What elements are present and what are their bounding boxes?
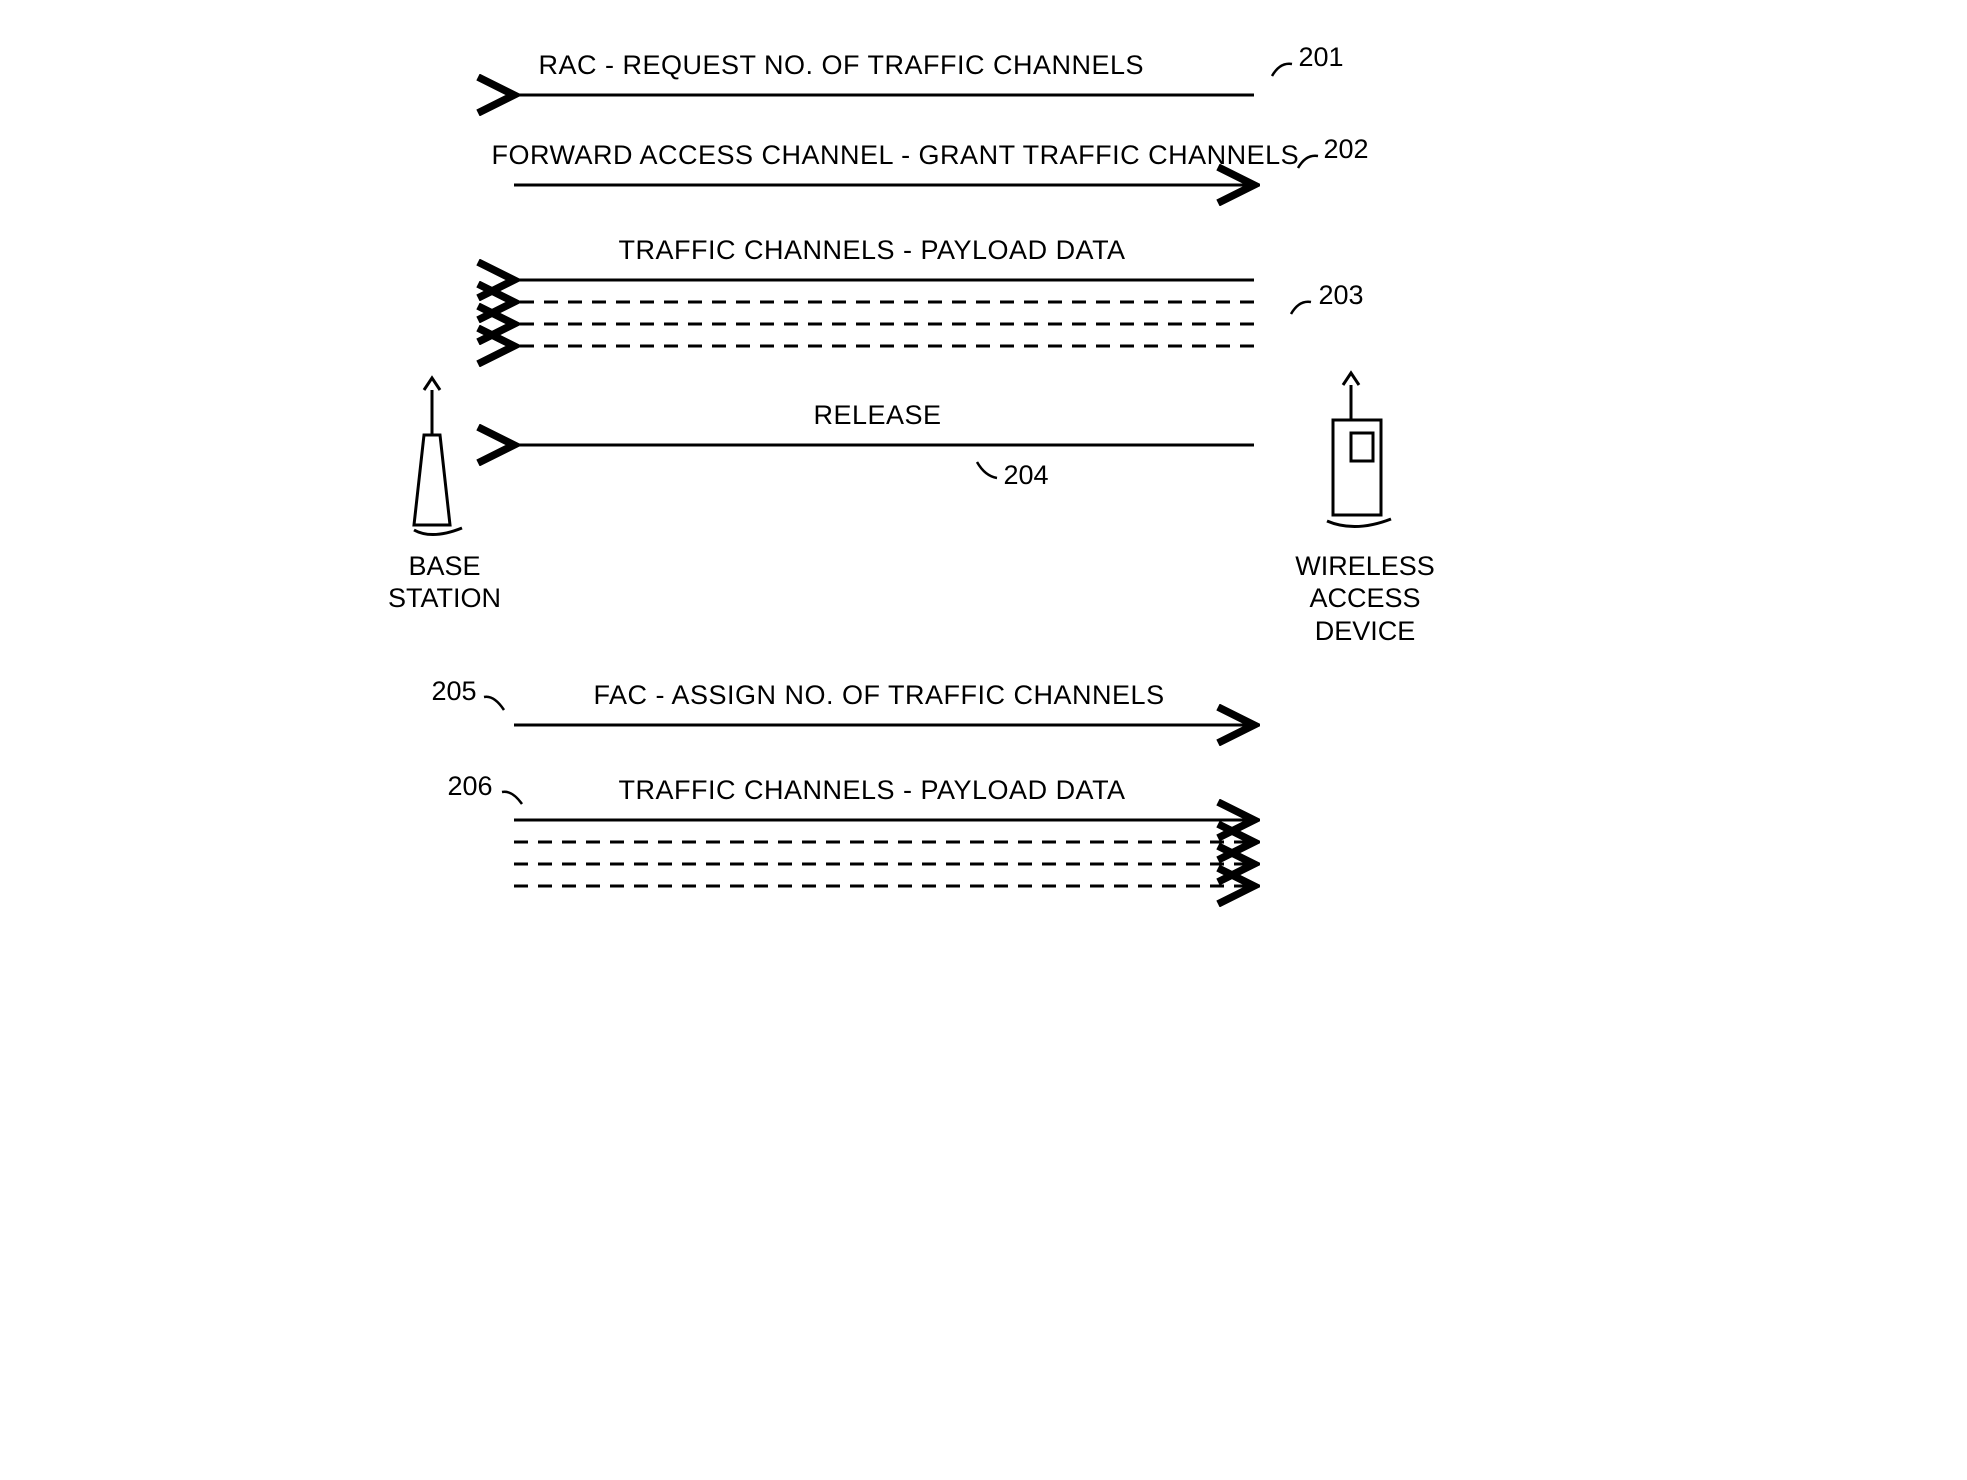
- wireless-device-label: WIRELESS ACCESS DEVICE: [1283, 550, 1448, 647]
- msg-5-label: FAC - ASSIGN NO. OF TRAFFIC CHANNELS: [594, 680, 1165, 711]
- msg-4-label: RELEASE: [814, 400, 942, 431]
- ref-203: 203: [1319, 280, 1364, 311]
- ref-206: 206: [448, 771, 493, 802]
- msg-2-label: FORWARD ACCESS CHANNEL - GRANT TRAFFIC C…: [492, 140, 1300, 171]
- msg-3-label: TRAFFIC CHANNELS - PAYLOAD DATA: [619, 235, 1126, 266]
- wireless-device-icon: [1327, 373, 1391, 527]
- base-station-label: BASE STATION: [380, 550, 510, 615]
- ref-204: 204: [1004, 460, 1049, 491]
- ref-205: 205: [432, 676, 477, 707]
- ref-201: 201: [1299, 42, 1344, 73]
- base-station-icon: [414, 378, 462, 535]
- ref-202: 202: [1324, 134, 1369, 165]
- sequence-diagram: RAC - REQUEST NO. OF TRAFFIC CHANNELS FO…: [384, 40, 1584, 940]
- msg-6-label: TRAFFIC CHANNELS - PAYLOAD DATA: [619, 775, 1126, 806]
- msg-1-label: RAC - REQUEST NO. OF TRAFFIC CHANNELS: [539, 50, 1145, 81]
